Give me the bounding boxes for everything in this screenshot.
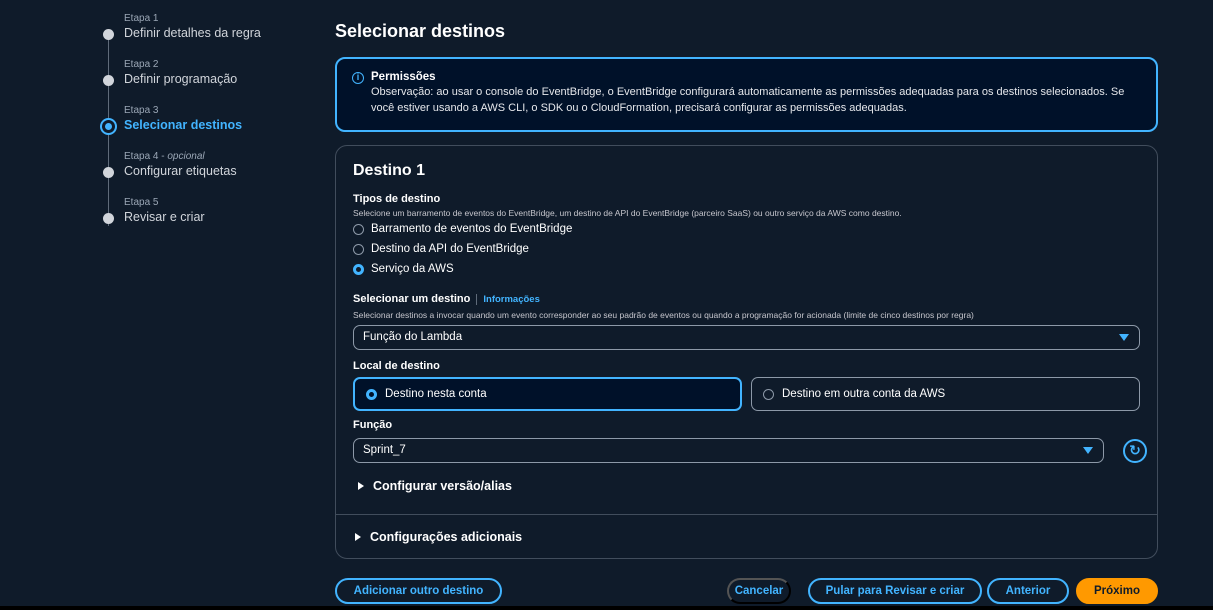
step-label: Etapa 4 - opcional [124,150,310,163]
radio-label: Destino da API do EventBridge [371,243,529,255]
target-service-select[interactable]: Função do Lambda [353,325,1140,350]
step-current-icon [100,118,117,135]
radio-eventbridge-api[interactable]: Destino da API do EventBridge [353,243,529,255]
target-card: Destino 1 Tipos de destino Selecione um … [335,145,1158,559]
target-types-label: Tipos de destino [353,193,441,205]
target-heading: Destino 1 [353,162,426,179]
info-title: Permissões [371,71,436,83]
step-label-text: Etapa 4 - [124,151,168,162]
step-pending-icon [103,167,114,178]
permissions-info-alert: i Permissões Observação: ao usar o conso… [335,57,1158,132]
function-select[interactable]: Sprint_7 [353,438,1104,463]
page-title: Selecionar destinos [335,21,506,41]
function-label: Função [353,419,393,431]
select-target-description: Selecionar destinos a invocar quando um … [353,310,974,320]
skip-to-review-button[interactable]: Pular para Revisar e criar [808,578,982,604]
select-target-label: Selecionar um destino [353,293,471,305]
radio-label: Barramento de eventos do EventBridge [371,223,573,235]
tile-label: Destino nesta conta [385,388,487,400]
next-button[interactable]: Próximo [1076,578,1158,604]
step-name: Revisar e criar [124,210,205,224]
step-complete-icon [103,29,114,40]
add-target-button[interactable]: Adicionar outro destino [335,578,502,604]
radio-circle-icon[interactable] [353,243,364,255]
tile-this-account[interactable]: Destino nesta conta [353,377,742,411]
step-1[interactable]: Etapa 1 Definir detalhes da regra [100,12,310,58]
step-name: Definir programação [124,72,238,86]
caret-down-icon [1119,334,1129,341]
select-value: Função do Lambda [363,331,463,343]
select-value: Sprint_7 [363,444,406,456]
radio-selected-icon[interactable] [353,263,364,275]
radio-aws-service[interactable]: Serviço da AWS [353,263,454,275]
caret-right-icon [358,482,364,490]
info-body: Observação: ao usar o console do EventBr… [371,86,1125,114]
tile-label: Destino em outra conta da AWS [782,388,946,400]
target-types-description: Selecione um barramento de eventos do Ev… [353,208,902,218]
radio-label: Serviço da AWS [371,263,454,275]
radio-circle-icon[interactable] [353,223,364,235]
additional-settings-expander[interactable]: Configurações adicionais [355,530,522,544]
expander-label: Configurar versão/alias [373,479,512,493]
divider [336,514,1157,515]
radio-eventbridge-bus[interactable]: Barramento de eventos do EventBridge [353,223,572,235]
step-complete-icon [103,75,114,86]
cancel-button[interactable]: Cancelar [727,578,791,604]
radio-selected-icon[interactable] [366,388,377,400]
info-link[interactable]: Informações [476,293,540,305]
wizard-steps: Etapa 1 Definir detalhes da regra Etapa … [100,12,310,242]
expander-label: Configurações adicionais [370,530,523,544]
step-label: Etapa 5 [124,197,159,208]
step-optional-text: opcional [167,151,205,162]
bottom-edge [0,606,1213,610]
step-4[interactable]: Etapa 4 - opcional Configurar etiquetas [100,150,310,196]
step-label: Etapa 3 [124,105,159,116]
select-target-label-row: Selecionar um destino Informações [353,293,540,305]
tile-other-account[interactable]: Destino em outra conta da AWS [751,377,1140,411]
step-label: Etapa 2 [124,59,159,70]
refresh-icon[interactable]: ↻ [1123,439,1147,463]
radio-circle-icon[interactable] [763,388,774,400]
step-name: Configurar etiquetas [124,164,237,178]
step-label: Etapa 1 [124,13,159,24]
version-alias-expander[interactable]: Configurar versão/alias [358,479,512,493]
step-name: Selecionar destinos [124,118,243,132]
info-icon: i [352,72,364,84]
caret-down-icon [1083,447,1093,454]
step-3[interactable]: Etapa 3 Selecionar destinos [100,104,310,150]
step-pending-icon [103,213,114,224]
previous-button[interactable]: Anterior [987,578,1069,604]
step-2[interactable]: Etapa 2 Definir programação [100,58,310,104]
target-location-label: Local de destino [353,360,440,372]
caret-right-icon [355,533,361,541]
step-name: Definir detalhes da regra [124,26,261,40]
step-5[interactable]: Etapa 5 Revisar e criar [100,196,310,242]
